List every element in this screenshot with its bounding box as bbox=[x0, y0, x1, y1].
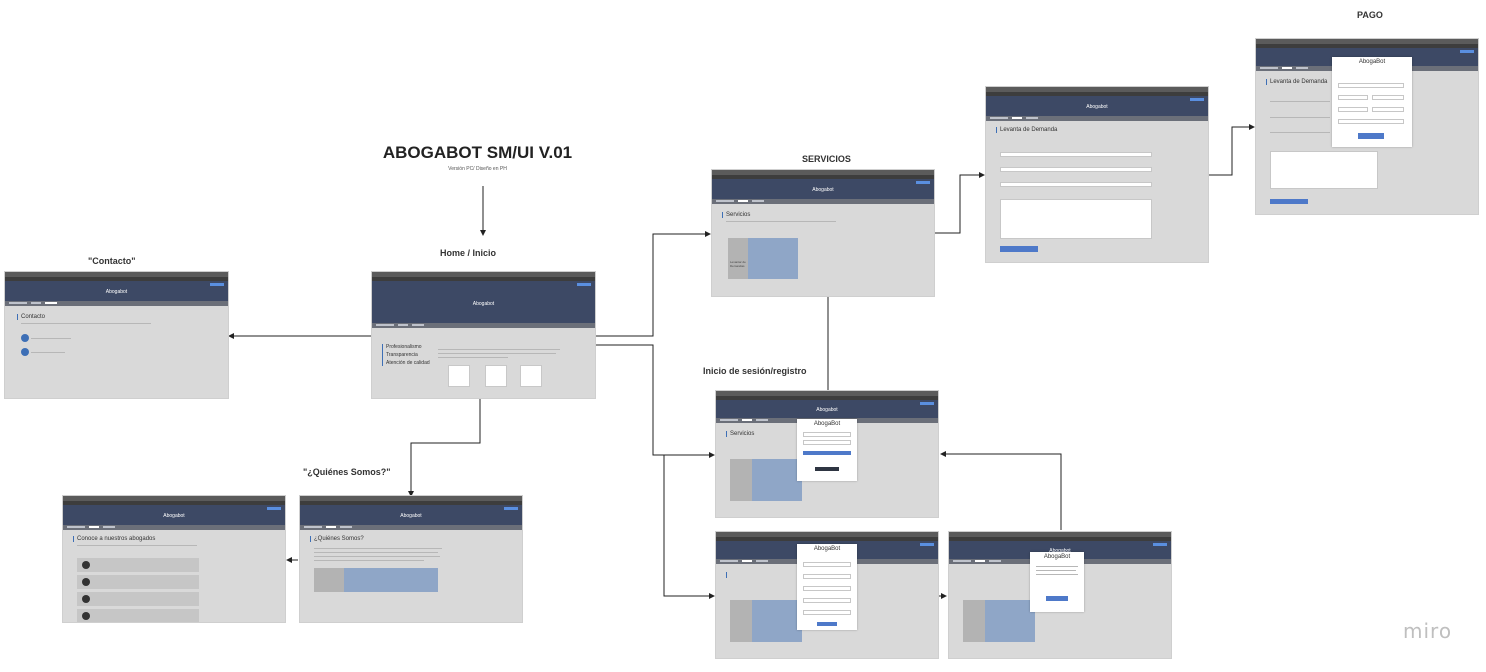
login-modal-title: AbogaBot bbox=[813, 421, 841, 427]
servicios-section: Servicios bbox=[722, 212, 836, 222]
levantar-demandas-card[interactable]: Levantar de Demandas bbox=[728, 238, 798, 279]
site-header: Abogabot bbox=[300, 505, 522, 525]
feature-profesionalismo: Profesionalismo bbox=[386, 344, 422, 350]
login-password-field[interactable] bbox=[803, 440, 851, 445]
registro-modal-title: AbogaBot bbox=[813, 546, 841, 552]
enviar-button[interactable] bbox=[1000, 246, 1038, 252]
demanda-section: Levanta de Demanda bbox=[996, 127, 1057, 133]
confirm-modal: AbogaBot bbox=[1030, 552, 1084, 612]
feature-card-1 bbox=[448, 365, 470, 387]
reg-email-field[interactable] bbox=[803, 586, 851, 591]
feature-card-2 bbox=[485, 365, 507, 387]
reg-name-field[interactable] bbox=[803, 562, 851, 567]
screen-home: Abogabot Profesionalismo Transparencia A… bbox=[372, 272, 595, 398]
card-email-field[interactable] bbox=[1338, 119, 1404, 124]
card-number-field[interactable] bbox=[1338, 83, 1404, 88]
site-header: Abogabot bbox=[712, 179, 934, 199]
abogado-row bbox=[77, 575, 199, 589]
features-list: Profesionalismo Transparencia Atención d… bbox=[382, 344, 436, 366]
servicios-heading: Servicios bbox=[726, 212, 751, 218]
apellido-field[interactable] bbox=[1000, 167, 1152, 172]
pago-modal: AbogaBot bbox=[1332, 57, 1412, 147]
screen-confirmacion: Abogabot AbogaBot bbox=[949, 532, 1171, 658]
pago-descripcion[interactable] bbox=[1270, 151, 1378, 189]
feature-transparencia: Transparencia bbox=[386, 352, 418, 358]
brand-text: Abogabot bbox=[105, 289, 128, 295]
screen-login: Abogabot Servicios AbogaBot bbox=[716, 391, 938, 517]
feature-atencion: Atención de calidad bbox=[386, 360, 430, 366]
pagar-button[interactable] bbox=[1358, 133, 1384, 139]
site-header: Abogabot bbox=[5, 281, 228, 301]
abogado-row bbox=[77, 558, 199, 572]
screen-servicios: Abogabot Servicios Levantar de Demandas bbox=[712, 170, 934, 296]
miro-watermark: miro bbox=[1403, 619, 1453, 643]
card-zip-field[interactable] bbox=[1372, 107, 1404, 112]
brand-text: Abogabot bbox=[400, 513, 422, 519]
screen-registro: AbogaBot bbox=[716, 532, 938, 658]
brand-text: Abogabot bbox=[472, 301, 495, 307]
reg-lastname-field[interactable] bbox=[803, 574, 851, 579]
screen-demanda: Abogabot Levanta de Demanda bbox=[986, 87, 1208, 262]
site-header: Abogabot bbox=[63, 505, 285, 525]
login-user-field[interactable] bbox=[803, 432, 851, 437]
email-field[interactable] bbox=[1000, 182, 1152, 187]
login-bg-section: Servicios bbox=[726, 431, 754, 437]
registro-bg-section bbox=[726, 572, 732, 578]
registro-modal: AbogaBot bbox=[797, 544, 857, 630]
login-button[interactable] bbox=[803, 451, 851, 455]
email-icon bbox=[21, 334, 29, 342]
screen-quienes: Abogabot ¿Quiénes Somos? bbox=[300, 496, 522, 622]
card-expiry-field[interactable] bbox=[1338, 95, 1368, 100]
site-header: Abogabot bbox=[372, 281, 595, 323]
quienes-image bbox=[314, 568, 438, 592]
brand-text: Abogabot bbox=[816, 407, 838, 413]
brand-text: Abogabot bbox=[1086, 104, 1108, 110]
login-bg-heading: Servicios bbox=[730, 431, 755, 437]
site-header: Abogabot bbox=[716, 400, 938, 418]
login-modal: AbogaBot bbox=[797, 419, 857, 481]
contacto-section: Contacto bbox=[17, 314, 151, 324]
screen-pago: Levanta de Demanda AbogaBot bbox=[1256, 39, 1478, 214]
card-cvv-field[interactable] bbox=[1372, 95, 1404, 100]
confirm-button[interactable] bbox=[1046, 596, 1068, 601]
reg-password-field[interactable] bbox=[803, 598, 851, 603]
pago-modal-title: AbogaBot bbox=[1358, 59, 1386, 65]
screen-abogados: Abogabot Conoce a nuestros abogados bbox=[63, 496, 285, 622]
site-header: Abogabot bbox=[986, 96, 1208, 116]
pago-submit[interactable] bbox=[1270, 199, 1308, 204]
contacto-heading: Contacto bbox=[21, 314, 46, 320]
feature-card-3 bbox=[520, 365, 542, 387]
abogados-section: Conoce a nuestros abogados bbox=[73, 536, 197, 546]
abogados-heading: Conoce a nuestros abogados bbox=[77, 536, 156, 542]
registrar-button[interactable] bbox=[817, 622, 837, 626]
quienes-heading: ¿Quiénes Somos? bbox=[314, 536, 364, 542]
screen-contacto: Abogabot Contacto bbox=[5, 272, 228, 398]
image-caption: Levantar de Demandas bbox=[730, 260, 746, 268]
pago-section: Levanta de Demanda bbox=[1266, 79, 1327, 85]
card-city-field[interactable] bbox=[1338, 107, 1368, 112]
abogado-row bbox=[77, 592, 199, 606]
nombre-field[interactable] bbox=[1000, 152, 1152, 157]
quienes-section: ¿Quiénes Somos? bbox=[310, 536, 364, 542]
register-button[interactable] bbox=[815, 467, 839, 471]
descripcion-field[interactable] bbox=[1000, 199, 1152, 239]
brand-text: Abogabot bbox=[812, 187, 834, 193]
pago-heading: Levanta de Demanda bbox=[1270, 79, 1328, 85]
brand-text: Abogabot bbox=[163, 513, 185, 519]
phone-icon bbox=[21, 348, 29, 356]
abogado-row bbox=[77, 609, 199, 622]
reg-confirm-field[interactable] bbox=[803, 610, 851, 615]
demanda-heading: Levanta de Demanda bbox=[1000, 127, 1058, 133]
confirm-modal-title: AbogaBot bbox=[1043, 554, 1071, 560]
